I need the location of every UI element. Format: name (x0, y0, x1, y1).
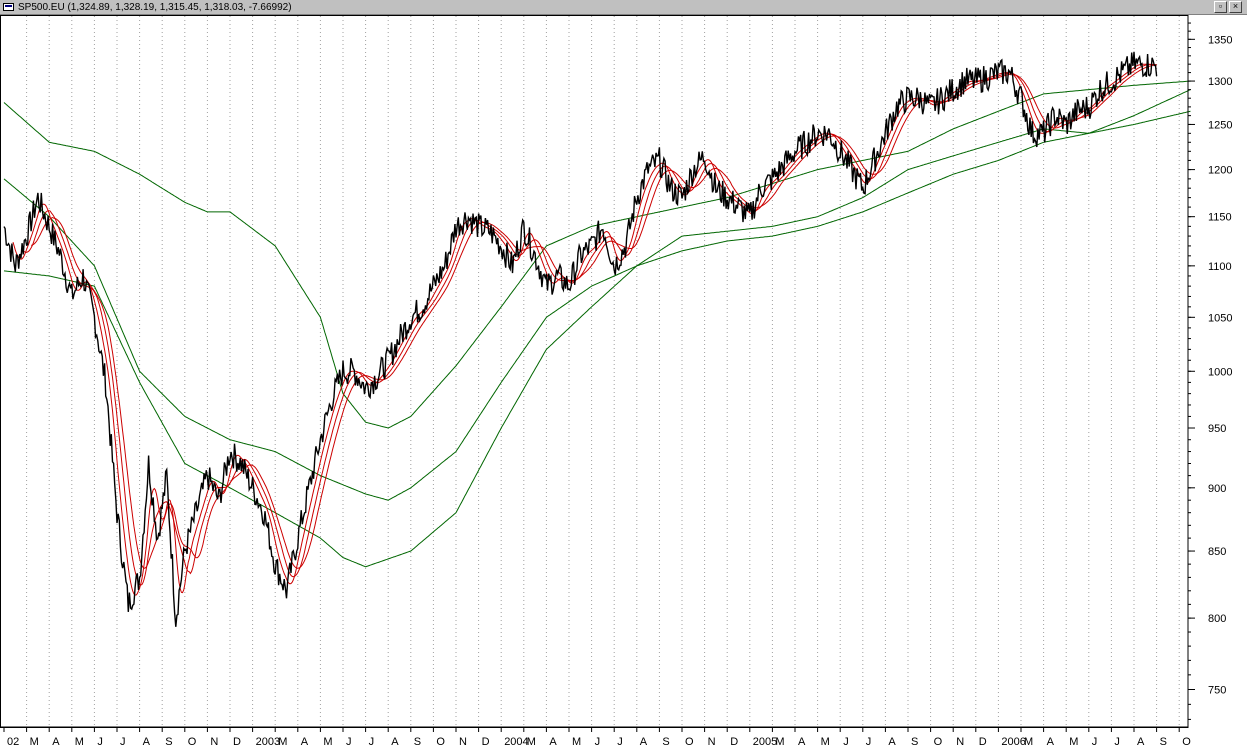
x-tick-label: 2004 (504, 736, 528, 748)
x-tick-label: J (1114, 736, 1120, 748)
x-tick-label: J (617, 736, 623, 748)
close-icon[interactable]: × (1229, 1, 1242, 13)
y-tick-label: 800 (1208, 613, 1226, 625)
price-chart: 02 M A M J J A S O N D 2003M A M J J A S O N D 2004M A M J J A S O N D… (0, 15, 1232, 748)
window-title: SP500.EU (1,324.89, 1,328.19, 1,315.45, … (18, 2, 292, 13)
x-tick-label: J (120, 736, 126, 748)
y-tick-label: 900 (1208, 483, 1226, 495)
x-tick-label: A (391, 736, 399, 748)
x-tick-label: A (1047, 736, 1055, 748)
fast-average-line-2 (21, 63, 1157, 586)
x-tick-label: N (459, 736, 467, 748)
slow-average-line-2 (3, 110, 1191, 501)
fast-average-line-1 (12, 63, 1157, 596)
slow-averages (3, 80, 1191, 568)
x-tick-label: N (956, 736, 964, 748)
x-tick-label: A (549, 736, 557, 748)
x-tick-label: J (843, 736, 849, 748)
x-tick-label: A (798, 736, 806, 748)
x-tick-label: M (572, 736, 581, 748)
x-tick-label: 02 (7, 736, 19, 748)
y-tick-label: 1000 (1208, 366, 1232, 378)
slow-average-line-3 (3, 80, 1191, 429)
y-tick-label: 1250 (1208, 119, 1232, 131)
x-tick-label: M (323, 736, 332, 748)
x-tick-label: D (979, 736, 987, 748)
x-tick-label: M (30, 736, 39, 748)
x-tick-label: J (97, 736, 103, 748)
y-tick-label: 1100 (1208, 261, 1232, 273)
x-tick-label: O (1182, 736, 1191, 748)
x-tick-label: D (233, 736, 241, 748)
x-tick-label: A (888, 736, 896, 748)
x-tick-label: J (1092, 736, 1098, 748)
fast-averages (12, 63, 1157, 596)
x-tick-label: M (75, 736, 84, 748)
restore-icon[interactable]: ▫ (1214, 1, 1227, 13)
x-tick-label: A (1137, 736, 1145, 748)
x-tick-label: J (595, 736, 601, 748)
x-tick-label: S (911, 736, 918, 748)
x-tick-label: O (934, 736, 943, 748)
x-tick-label: S (662, 736, 669, 748)
x-tick-label: A (301, 736, 309, 748)
y-tick-label: 1200 (1208, 165, 1232, 177)
x-tick-label: D (730, 736, 738, 748)
x-tick-label: 2003 (256, 736, 280, 748)
grid (0, 15, 1189, 728)
price-series (3, 51, 1158, 627)
x-tick-label: A (143, 736, 151, 748)
window-titlebar: SP500.EU (1,324.89, 1,328.19, 1,315.45, … (0, 0, 1247, 15)
y-tick-label: 850 (1208, 546, 1226, 558)
x-tick-label: J (866, 736, 872, 748)
y-tick-label: 750 (1208, 684, 1226, 696)
x-tick-label: O (685, 736, 694, 748)
y-tick-label: 1350 (1208, 34, 1232, 46)
x-tick-label: A (640, 736, 648, 748)
y-tick-label: 1300 (1208, 76, 1232, 88)
x-tick-label: J (346, 736, 352, 748)
x-tick-label: A (52, 736, 60, 748)
x-tick-label: M (821, 736, 830, 748)
plot-frame (0, 15, 1189, 728)
x-tick-label: 2006 (1001, 736, 1025, 748)
price-line (3, 51, 1158, 627)
x-tick-label: N (708, 736, 716, 748)
y-tick-label: 950 (1208, 423, 1226, 435)
document-icon (3, 3, 14, 11)
x-tick-label: M (278, 736, 287, 748)
x-tick-label: 2005 (753, 736, 777, 748)
y-tick-label: 1050 (1208, 312, 1232, 324)
x-tick-label: S (1160, 736, 1167, 748)
x-tick-label: O (436, 736, 445, 748)
x-tick-label: M (1069, 736, 1078, 748)
x-tick-label: S (414, 736, 421, 748)
x-tick-label: D (482, 736, 490, 748)
x-tick-label: O (188, 736, 197, 748)
x-tick-label: N (210, 736, 218, 748)
x-tick-label: S (165, 736, 172, 748)
x-tick-label: M (775, 736, 784, 748)
x-tick-label: M (527, 736, 536, 748)
y-tick-label: 1150 (1208, 212, 1232, 224)
slow-average-line-1 (3, 89, 1191, 568)
x-tick-label: M (1024, 736, 1033, 748)
x-tick-label: J (369, 736, 375, 748)
